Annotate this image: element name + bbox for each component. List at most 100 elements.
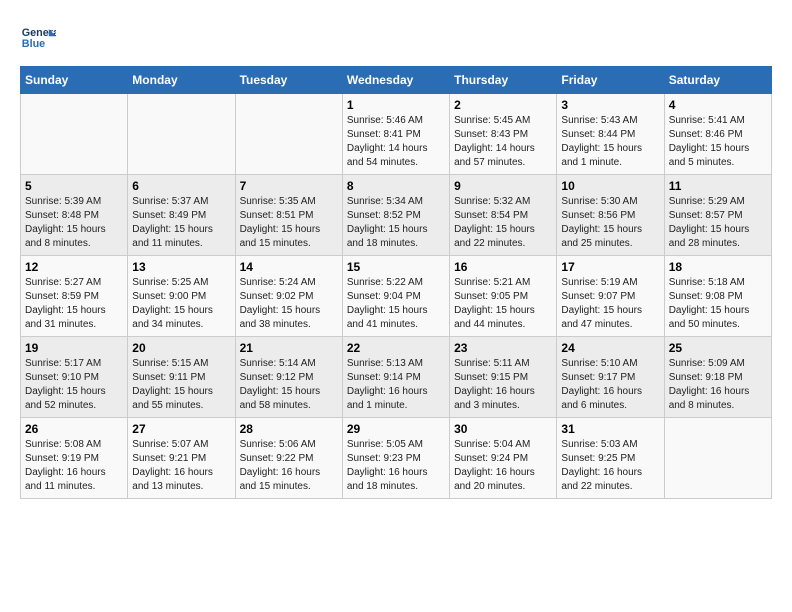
calendar-cell: 31Sunrise: 5:03 AM Sunset: 9:25 PM Dayli… [557, 418, 664, 499]
day-info: Sunrise: 5:13 AM Sunset: 9:14 PM Dayligh… [347, 357, 445, 413]
calendar-cell: 21 Sunrise: 5:14 AM Sunset: 9:12 PM Dayli… [235, 337, 342, 418]
calendar-cell: 23 Sunrise: 5:11 AM Sunset: 9:15 PM Dayli… [450, 337, 557, 418]
calendar-cell: 22 Sunrise: 5:13 AM Sunset: 9:14 PM Dayli… [342, 337, 449, 418]
day-number: 16 [454, 260, 552, 274]
day-info: Sunrise: 5:24 AM Sunset: 9:02 PM Dayligh… [240, 276, 338, 332]
day-number: 13 [132, 260, 230, 274]
calendar-table: SundayMondayTuesdayWednesdayThursdayFrid… [20, 66, 772, 499]
day-number: 21 [240, 341, 338, 355]
svg-text:Blue: Blue [22, 38, 45, 50]
calendar-cell: 19 Sunrise: 5:17 AM Sunset: 9:10 PM Dayli… [21, 337, 128, 418]
calendar-cell: 12Sunrise: 5:27 AM Sunset: 8:59 PM Dayli… [21, 256, 128, 337]
day-number: 1 [347, 98, 445, 112]
calendar-cell: 16 Sunrise: 5:21 AM Sunset: 9:05 PM Dayli… [450, 256, 557, 337]
day-number: 12 [25, 260, 123, 274]
calendar-cell: 3 Sunrise: 5:43 AM Sunset: 8:44 PM Daylig… [557, 94, 664, 175]
day-info: Sunrise: 5:06 AM Sunset: 9:22 PM Dayligh… [240, 438, 338, 494]
calendar-week-2: 5 Sunrise: 5:39 AM Sunset: 8:48 PM Daylig… [21, 175, 772, 256]
day-number: 22 [347, 341, 445, 355]
calendar-cell [21, 94, 128, 175]
calendar-cell: 29 Sunrise: 5:05 AM Sunset: 9:23 PM Dayli… [342, 418, 449, 499]
day-info: Sunrise: 5:43 AM Sunset: 8:44 PM Dayligh… [561, 114, 659, 170]
day-info: Sunrise: 5:18 AM Sunset: 9:08 PM Dayligh… [669, 276, 767, 332]
weekday-header-friday: Friday [557, 67, 664, 94]
calendar-cell: 4Sunrise: 5:41 AM Sunset: 8:46 PM Daylig… [664, 94, 771, 175]
day-info: Sunrise: 5:29 AM Sunset: 8:57 PM Dayligh… [669, 195, 767, 251]
day-info: Sunrise: 5:41 AM Sunset: 8:46 PM Dayligh… [669, 114, 767, 170]
day-info: Sunrise: 5:17 AM Sunset: 9:10 PM Dayligh… [25, 357, 123, 413]
logo-icon: General Blue [20, 20, 56, 56]
day-info: Sunrise: 5:30 AM Sunset: 8:56 PM Dayligh… [561, 195, 659, 251]
logo: General Blue [20, 20, 56, 56]
calendar-cell: 24Sunrise: 5:10 AM Sunset: 9:17 PM Dayli… [557, 337, 664, 418]
calendar-cell: 7Sunrise: 5:35 AM Sunset: 8:51 PM Daylig… [235, 175, 342, 256]
day-number: 10 [561, 179, 659, 193]
calendar-cell [235, 94, 342, 175]
calendar-cell: 15Sunrise: 5:22 AM Sunset: 9:04 PM Dayli… [342, 256, 449, 337]
calendar-cell: 13 Sunrise: 5:25 AM Sunset: 9:00 PM Dayli… [128, 256, 235, 337]
calendar-cell: 10 Sunrise: 5:30 AM Sunset: 8:56 PM Dayli… [557, 175, 664, 256]
day-info: Sunrise: 5:08 AM Sunset: 9:19 PM Dayligh… [25, 438, 123, 494]
day-number: 29 [347, 422, 445, 436]
day-number: 31 [561, 422, 659, 436]
day-number: 25 [669, 341, 767, 355]
calendar-week-3: 12Sunrise: 5:27 AM Sunset: 8:59 PM Dayli… [21, 256, 772, 337]
day-number: 30 [454, 422, 552, 436]
day-number: 24 [561, 341, 659, 355]
weekday-header-thursday: Thursday [450, 67, 557, 94]
day-info: Sunrise: 5:45 AM Sunset: 8:43 PM Dayligh… [454, 114, 552, 170]
calendar-cell: 2 Sunrise: 5:45 AM Sunset: 8:43 PM Daylig… [450, 94, 557, 175]
day-number: 11 [669, 179, 767, 193]
day-info: Sunrise: 5:07 AM Sunset: 9:21 PM Dayligh… [132, 438, 230, 494]
calendar-week-5: 26 Sunrise: 5:08 AM Sunset: 9:19 PM Dayli… [21, 418, 772, 499]
calendar-cell: 27 Sunrise: 5:07 AM Sunset: 9:21 PM Dayli… [128, 418, 235, 499]
day-number: 2 [454, 98, 552, 112]
day-info: Sunrise: 5:05 AM Sunset: 9:23 PM Dayligh… [347, 438, 445, 494]
weekday-header-sunday: Sunday [21, 67, 128, 94]
calendar-cell [128, 94, 235, 175]
day-number: 19 [25, 341, 123, 355]
day-info: Sunrise: 5:11 AM Sunset: 9:15 PM Dayligh… [454, 357, 552, 413]
day-info: Sunrise: 5:14 AM Sunset: 9:12 PM Dayligh… [240, 357, 338, 413]
calendar-cell: 5 Sunrise: 5:39 AM Sunset: 8:48 PM Daylig… [21, 175, 128, 256]
day-number: 8 [347, 179, 445, 193]
day-info: Sunrise: 5:39 AM Sunset: 8:48 PM Dayligh… [25, 195, 123, 251]
calendar-cell: 11 Sunrise: 5:29 AM Sunset: 8:57 PM Dayli… [664, 175, 771, 256]
day-number: 27 [132, 422, 230, 436]
weekday-header-saturday: Saturday [664, 67, 771, 94]
calendar-cell: 25Sunrise: 5:09 AM Sunset: 9:18 PM Dayli… [664, 337, 771, 418]
weekday-header-row: SundayMondayTuesdayWednesdayThursdayFrid… [21, 67, 772, 94]
day-number: 9 [454, 179, 552, 193]
day-number: 26 [25, 422, 123, 436]
day-number: 28 [240, 422, 338, 436]
weekday-header-monday: Monday [128, 67, 235, 94]
calendar-cell: 26 Sunrise: 5:08 AM Sunset: 9:19 PM Dayli… [21, 418, 128, 499]
day-info: Sunrise: 5:19 AM Sunset: 9:07 PM Dayligh… [561, 276, 659, 332]
day-number: 15 [347, 260, 445, 274]
day-info: Sunrise: 5:34 AM Sunset: 8:52 PM Dayligh… [347, 195, 445, 251]
day-info: Sunrise: 5:04 AM Sunset: 9:24 PM Dayligh… [454, 438, 552, 494]
day-number: 23 [454, 341, 552, 355]
calendar-week-4: 19 Sunrise: 5:17 AM Sunset: 9:10 PM Dayli… [21, 337, 772, 418]
day-info: Sunrise: 5:37 AM Sunset: 8:49 PM Dayligh… [132, 195, 230, 251]
day-number: 18 [669, 260, 767, 274]
calendar-cell: 17Sunrise: 5:19 AM Sunset: 9:07 PM Dayli… [557, 256, 664, 337]
calendar-cell: 8 Sunrise: 5:34 AM Sunset: 8:52 PM Daylig… [342, 175, 449, 256]
day-info: Sunrise: 5:15 AM Sunset: 9:11 PM Dayligh… [132, 357, 230, 413]
day-info: Sunrise: 5:35 AM Sunset: 8:51 PM Dayligh… [240, 195, 338, 251]
page-header: General Blue [20, 20, 772, 56]
weekday-header-wednesday: Wednesday [342, 67, 449, 94]
day-number: 5 [25, 179, 123, 193]
calendar-cell: 6 Sunrise: 5:37 AM Sunset: 8:49 PM Daylig… [128, 175, 235, 256]
day-number: 3 [561, 98, 659, 112]
day-info: Sunrise: 5:21 AM Sunset: 9:05 PM Dayligh… [454, 276, 552, 332]
calendar-week-1: 1 Sunrise: 5:46 AM Sunset: 8:41 PM Daylig… [21, 94, 772, 175]
day-info: Sunrise: 5:25 AM Sunset: 9:00 PM Dayligh… [132, 276, 230, 332]
day-number: 20 [132, 341, 230, 355]
calendar-cell: 18 Sunrise: 5:18 AM Sunset: 9:08 PM Dayli… [664, 256, 771, 337]
day-info: Sunrise: 5:46 AM Sunset: 8:41 PM Dayligh… [347, 114, 445, 170]
calendar-cell: 14 Sunrise: 5:24 AM Sunset: 9:02 PM Dayli… [235, 256, 342, 337]
day-number: 6 [132, 179, 230, 193]
calendar-cell: 20 Sunrise: 5:15 AM Sunset: 9:11 PM Dayli… [128, 337, 235, 418]
day-number: 14 [240, 260, 338, 274]
